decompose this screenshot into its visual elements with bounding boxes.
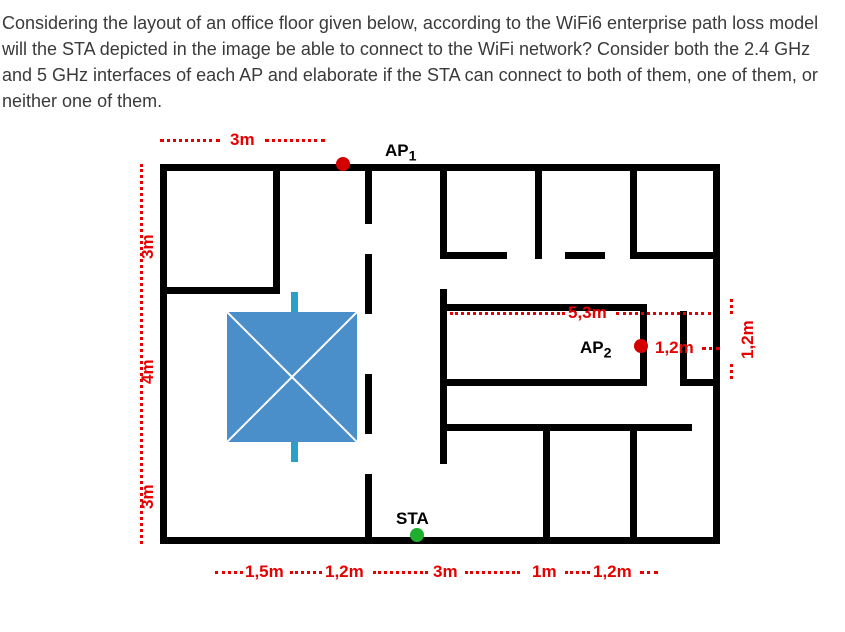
wall (630, 252, 720, 259)
floor-plan-outline (160, 164, 720, 544)
wall (647, 424, 692, 431)
dim-line-vertical (730, 299, 733, 314)
dim-line (640, 571, 658, 574)
dim-line (160, 139, 220, 142)
ap1-label-sub: 1 (409, 149, 417, 165)
dim-left-3m-bot: 3m (136, 485, 161, 510)
wall (535, 171, 542, 259)
wall (630, 431, 637, 544)
dim-line-vertical (730, 364, 733, 379)
ap1-label-text: AP (385, 141, 409, 160)
dim-line (290, 571, 322, 574)
dim-bot-1m: 1m (532, 560, 557, 585)
dim-right-1-2m: 1,2m (736, 321, 761, 360)
dim-bot-1-2m-b: 1,2m (593, 560, 632, 585)
dim-ap2-1-2m: 1,2m (655, 336, 694, 361)
wall (687, 379, 720, 386)
dim-top-3m: 3m (230, 128, 255, 153)
dim-5-3m: 5,3m (568, 301, 607, 326)
wall (365, 374, 372, 434)
sta-label: STA (396, 507, 429, 532)
wall (440, 289, 447, 464)
floor-plan-diagram: 3m 3m 4m 3m AP1 (100, 124, 740, 594)
page-root: Considering the layout of an office floo… (0, 0, 845, 632)
wall (447, 304, 647, 311)
wall (447, 424, 647, 431)
obstacle-cross-icon (227, 312, 357, 442)
dim-left-4m: 4m (136, 360, 161, 385)
wall (447, 252, 507, 259)
wall (440, 164, 447, 259)
wall (365, 474, 372, 544)
ap1-label: AP1 (385, 139, 417, 167)
dim-line (616, 312, 711, 315)
wall (565, 252, 605, 259)
ap2-label-text: AP (580, 338, 604, 357)
wall (365, 254, 372, 314)
door-marker (291, 292, 298, 312)
obstacle-box (227, 312, 357, 442)
dim-line (373, 571, 428, 574)
door-marker (291, 442, 298, 462)
dim-bot-1-5m: 1,5m (245, 560, 284, 585)
dim-line (465, 571, 520, 574)
dim-left-3m-top: 3m (136, 235, 161, 260)
dim-line (565, 571, 590, 574)
ap2-label: AP2 (580, 336, 612, 364)
wall (447, 379, 647, 386)
question-text: Considering the layout of an office floo… (2, 10, 831, 114)
dim-bot-1-2m-a: 1,2m (325, 560, 364, 585)
ap2-label-sub: 2 (604, 346, 612, 362)
dim-line (450, 312, 565, 315)
wall (273, 164, 280, 294)
wall (543, 431, 550, 544)
dim-line (215, 571, 243, 574)
dim-bot-3m: 3m (433, 560, 458, 585)
wall (365, 164, 372, 224)
wall (713, 164, 720, 544)
wall (630, 171, 637, 259)
wall (160, 164, 167, 544)
wall (160, 287, 280, 294)
dim-line (265, 139, 325, 142)
dim-line (702, 347, 720, 350)
